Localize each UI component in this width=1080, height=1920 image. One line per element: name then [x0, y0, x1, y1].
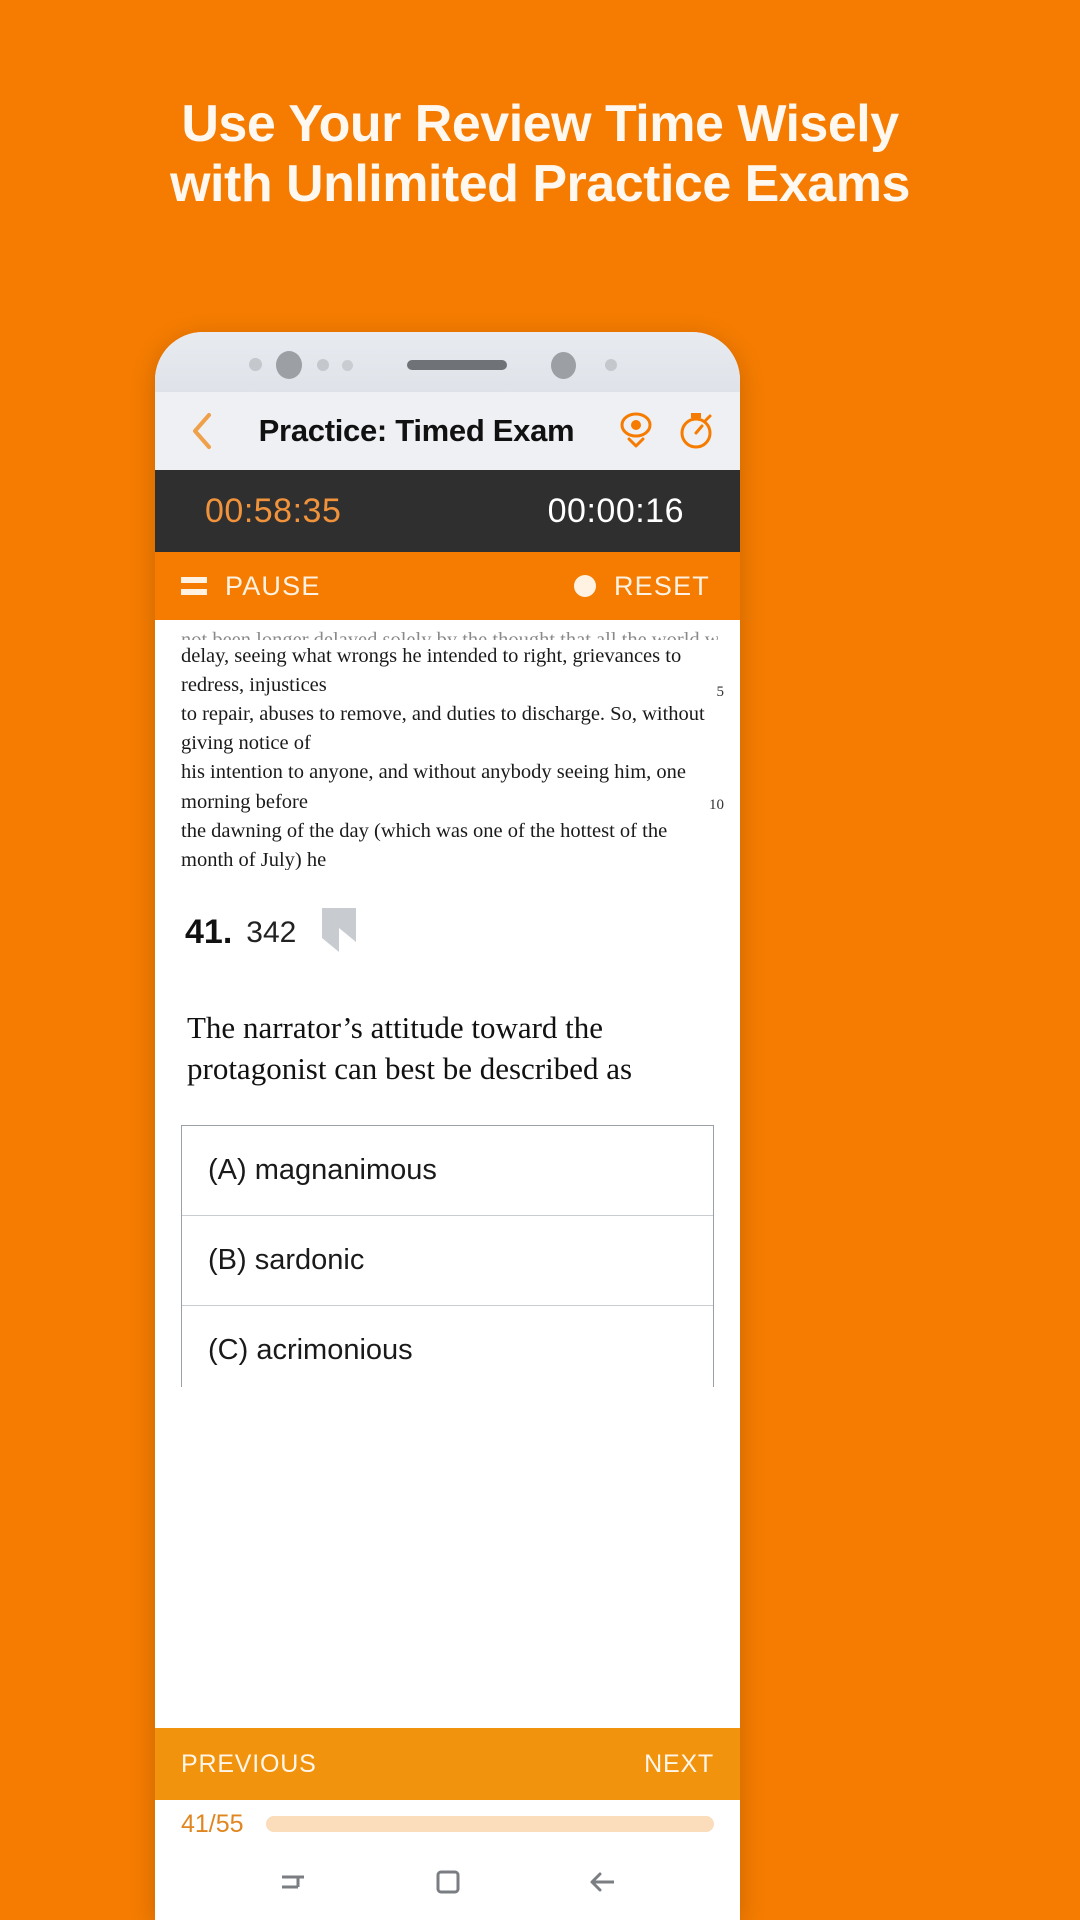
header-actions [614, 409, 722, 453]
question-text: The narrator’s attitude toward the prota… [187, 1010, 633, 1087]
sensor-dot-icon [551, 352, 576, 379]
phone-mockup: Practice: Timed Exam 00:58:35 00:00:16 P… [155, 332, 740, 1920]
headline-line-1: Use Your Review Time Wisely [181, 95, 899, 153]
timer-button[interactable] [674, 409, 718, 453]
next-button[interactable]: NEXT [644, 1750, 714, 1779]
sensor-dot-icon [605, 359, 617, 371]
reset-label: RESET [613, 570, 710, 601]
pause-label: PAUSE [225, 570, 321, 601]
timer-controls: PAUSE RESET [155, 552, 740, 620]
line-number-marker: 10 [709, 797, 724, 813]
recents-key[interactable] [276, 1865, 310, 1904]
passage-text[interactable]: not been longer delayed solely by the th… [155, 620, 740, 870]
elapsed-time: 00:58:35 [205, 491, 342, 530]
front-camera-icon [276, 351, 302, 379]
sensor-dot-icon [342, 360, 353, 371]
back-arrow-icon [590, 1872, 614, 1891]
scroll-edge-left [155, 940, 168, 1050]
passage-line: his intention to anyone, and without any… [181, 761, 687, 813]
option-label: (C) acrimonious [208, 1334, 413, 1367]
headline-line-2: with Unlimited Practice Exams [170, 154, 910, 213]
bookmark-button[interactable] [318, 906, 360, 959]
scroll-edge-right [727, 790, 740, 890]
home-key[interactable] [431, 1865, 465, 1904]
app-header: Practice: Timed Exam [155, 392, 740, 470]
reset-dot-icon [573, 575, 596, 597]
back-key[interactable] [586, 1865, 620, 1904]
bookmark-flag-icon [322, 908, 357, 952]
passage-line: delay, seeing what wrongs he intended to… [181, 645, 682, 697]
option-b[interactable]: (B) sardonic [182, 1216, 713, 1307]
question-header: 41. 342 [155, 870, 740, 959]
passage-line: to repair, abuses to remove, and duties … [181, 703, 705, 755]
question-navigation: PREVIOUS NEXT [155, 1728, 740, 1800]
question-id: 342 [246, 915, 297, 949]
timer-bar: 00:58:35 00:00:16 [155, 470, 740, 552]
progress-bar[interactable] [265, 1816, 714, 1832]
reset-button[interactable]: RESET [573, 570, 710, 602]
app-screen: Practice: Timed Exam 00:58:35 00:00:16 P… [155, 392, 740, 1920]
eye-reveal-icon [620, 412, 652, 448]
recents-icon [281, 1875, 304, 1888]
sensor-dot-icon [317, 359, 329, 371]
progress-count: 41/55 [181, 1809, 244, 1838]
timer-icon [680, 413, 712, 449]
option-a[interactable]: (A) magnanimous [182, 1126, 713, 1217]
previous-button[interactable]: PREVIOUS [181, 1750, 317, 1779]
answer-options: (A) magnanimous (B) sardonic (C) acrimon… [181, 1125, 714, 1388]
android-navigation-bar [155, 1848, 740, 1920]
pause-icon [181, 577, 207, 595]
promo-headline: Use Your Review Time Wisely with Unlimit… [0, 95, 1080, 215]
passage-clipped-line: not been longer delayed solely by the th… [181, 629, 718, 640]
reveal-answer-button[interactable] [614, 409, 658, 453]
question-number: 41. [185, 913, 233, 951]
option-label: (B) sardonic [208, 1244, 365, 1277]
question-time: 00:00:16 [547, 491, 684, 530]
phone-top-bezel [155, 332, 740, 392]
progress-row: 41/55 [155, 1800, 740, 1848]
option-c[interactable]: (C) acrimonious [182, 1306, 713, 1387]
page-title: Practice: Timed Exam [258, 413, 575, 448]
promo-screenshot: Use Your Review Time Wisely with Unlimit… [0, 0, 1080, 1920]
back-chevron-icon [193, 413, 211, 449]
passage-line: the dawning of the day (which was one of… [181, 819, 668, 870]
home-icon [436, 1870, 459, 1893]
line-number-marker: 5 [716, 684, 725, 700]
earpiece-speaker-icon [407, 360, 507, 370]
option-label: (A) magnanimous [208, 1154, 437, 1187]
pause-button[interactable]: PAUSE [181, 571, 321, 602]
sensor-dot-icon [249, 358, 262, 371]
